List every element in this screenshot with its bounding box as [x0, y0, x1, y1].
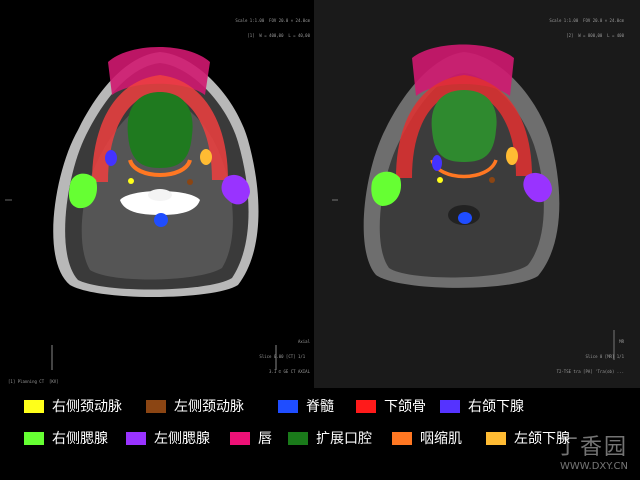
right-submandibular-contour: [105, 150, 117, 166]
mr-scan-panel[interactable]: Scale 1:1.00 FOV 20.0 × 24.0cm [2] W = 8…: [314, 0, 640, 388]
mr-footer-line: Slice 0 [MR] 1/1: [585, 354, 624, 359]
legend-swatch: [486, 431, 506, 445]
legend-item: 右颌下腺: [440, 396, 524, 416]
ct-footer-line: Slice 0.00 [CT] 1/1: [259, 354, 310, 359]
legend-label: 左侧颈动脉: [174, 399, 244, 415]
legend-item: 扩展口腔: [288, 428, 372, 448]
legend-item: 咽缩肌: [392, 428, 462, 448]
legend-item: 脊髓: [278, 396, 334, 416]
legend-label: 右颌下腺: [468, 399, 524, 415]
ct-footer-info: Axial Slice 0.00 [CT] 1/1 3.1 © GE CT AX…: [259, 329, 310, 384]
legend-label: 扩展口腔: [316, 431, 372, 447]
legend-label: 脊髓: [306, 399, 334, 415]
legend-label: 左侧腮腺: [154, 431, 210, 447]
structure-legend: 右侧颈动脉 左侧颈动脉 脊髓 下颌骨 右颌下腺 右侧腮腺 左侧腮腺 唇 扩展口腔…: [0, 388, 640, 480]
spinal-cord-contour: [154, 213, 168, 227]
ct-header-info: Scale 1:1.00 FOV 20.0 × 24.0cm [1] W = 4…: [235, 8, 310, 48]
legend-swatch: [24, 431, 44, 445]
mr-scale-text: Scale 1:1.00 FOV 20.0 × 24.0cm: [549, 18, 624, 23]
legend-item: 右侧颈动脉: [24, 396, 122, 416]
ct-window-text: [1] W = 400,00 L = 40,00: [247, 33, 310, 38]
ct-footer-line: Axial: [297, 339, 310, 344]
mr-header-info: Scale 1:1.00 FOV 20.0 × 24.0cm [2] W = 8…: [549, 8, 624, 48]
legend-swatch: [440, 399, 460, 413]
ct-scale-text: Scale 1:1.00 FOV 20.0 × 24.0cm: [235, 18, 310, 23]
legend-swatch: [278, 399, 298, 413]
legend-swatch: [230, 431, 250, 445]
watermark: 丁香园 WWW.DXY.CN: [556, 429, 628, 472]
legend-swatch: [146, 399, 166, 413]
watermark-brand: 丁香园: [555, 435, 628, 460]
left-submandibular-contour: [200, 149, 212, 165]
legend-label: 唇: [258, 431, 272, 447]
mr-footer-line: T2-TSE tra [PA] 'Tra(ob) ...: [556, 369, 624, 374]
legend-label: 右侧腮腺: [52, 431, 108, 447]
legend-item: 下颌骨: [356, 396, 426, 416]
ct-scan-panel[interactable]: Scale 1:1.00 FOV 20.0 × 24.0cm [1] W = 4…: [0, 0, 314, 388]
legend-swatch: [288, 431, 308, 445]
legend-swatch: [392, 431, 412, 445]
watermark-url: WWW.DXY.CN: [560, 461, 628, 472]
ct-series-label: [1] Planning CT [KV]: [8, 379, 59, 384]
ct-footer-line: 3.1 © GE CT AXIAL: [269, 369, 310, 374]
legend-label: 咽缩肌: [420, 431, 462, 447]
mr-footer-line: MR: [619, 339, 624, 344]
left-carotid-contour: [187, 179, 193, 185]
legend-label: 右侧颈动脉: [52, 399, 122, 415]
legend-swatch: [356, 399, 376, 413]
legend-item: 右侧腮腺: [24, 428, 108, 448]
legend-label: 下颌骨: [384, 399, 426, 415]
legend-item: 左侧颈动脉: [146, 396, 244, 416]
right-carotid-contour: [128, 178, 134, 184]
legend-swatch: [24, 399, 44, 413]
legend-item: 左侧腮腺: [126, 428, 210, 448]
mr-footer-info: MR Slice 0 [MR] 1/1 T2-TSE tra [PA] 'Tra…: [557, 329, 624, 384]
mr-window-text: [2] W = 800,00 L = 400: [566, 33, 624, 38]
oral-cavity-contour: [127, 92, 193, 168]
legend-swatch: [126, 431, 146, 445]
legend-item: 唇: [230, 428, 272, 448]
